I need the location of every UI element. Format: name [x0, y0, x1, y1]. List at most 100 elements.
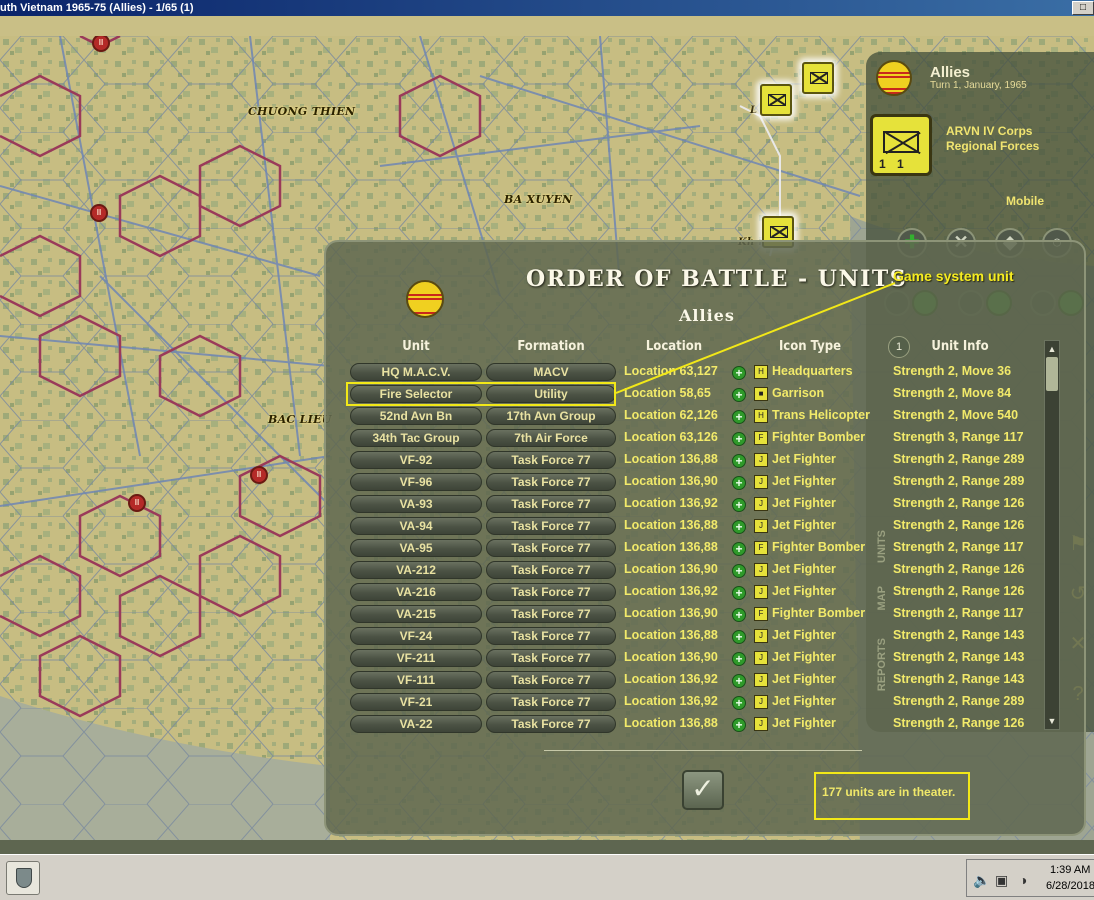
formation-button[interactable]: Task Force 77 — [486, 561, 616, 579]
expand-plus-icon[interactable]: + — [732, 520, 746, 534]
unit-location[interactable]: Location 63,127 — [624, 364, 718, 378]
unit-row[interactable]: VA-22 Task Force 77 Location 136,88 + J Jet F… — [348, 713, 1048, 735]
unit-name-button[interactable]: VA-215 — [350, 605, 482, 623]
unit-row[interactable]: VA-215 Task Force 77 Location 136,90 + F Figh… — [348, 603, 1048, 625]
column-header-unit-info[interactable]: Unit Info — [920, 339, 1000, 354]
unit-row[interactable]: VF-211 Task Force 77 Location 136,90 + J Jet … — [348, 647, 1048, 669]
unit-name-button[interactable]: VA-212 — [350, 561, 482, 579]
unit-name-button[interactable]: VA-94 — [350, 517, 482, 535]
formation-button[interactable]: Task Force 77 — [486, 451, 616, 469]
unit-location[interactable]: Location 58,65 — [624, 386, 711, 400]
unit-location[interactable]: Location 62,126 — [624, 408, 718, 422]
expand-plus-icon[interactable]: + — [732, 454, 746, 468]
formation-button[interactable]: Task Force 77 — [486, 539, 616, 557]
unit-row[interactable]: VF-92 Task Force 77 Location 136,88 + J Jet F… — [348, 449, 1048, 471]
unit-row[interactable]: 52nd Avn Bn 17th Avn Group Location 62,126… — [348, 405, 1048, 427]
tab-reports[interactable]: REPORTS — [876, 638, 900, 691]
expand-plus-icon[interactable]: + — [732, 696, 746, 710]
expand-plus-icon[interactable]: + — [732, 564, 746, 578]
formation-button[interactable]: Task Force 77 — [486, 693, 616, 711]
unit-name-button[interactable]: VA-95 — [350, 539, 482, 557]
expand-plus-icon[interactable]: + — [732, 718, 746, 732]
unit-name-button[interactable]: VA-216 — [350, 583, 482, 601]
unit-row[interactable]: VF-21 Task Force 77 Location 136,92 + J Jet F… — [348, 691, 1048, 713]
clock-time[interactable]: 1:39 AM — [1050, 864, 1090, 876]
unit-name-button[interactable]: VF-92 — [350, 451, 482, 469]
expand-plus-icon[interactable]: + — [732, 630, 746, 644]
column-header-unit[interactable]: Unit — [386, 339, 446, 354]
unit-row[interactable]: HQ M.A.C.V. MACV Location 63,127 + H Headquar… — [348, 361, 1048, 383]
unit-name-button[interactable]: VF-96 — [350, 473, 482, 491]
clock-date[interactable]: 6/28/2018 — [1046, 880, 1094, 892]
scroll-down-arrow-icon[interactable]: ▼ — [1046, 715, 1058, 727]
unit-location[interactable]: Location 63,126 — [624, 430, 718, 444]
unit-location[interactable]: Location 136,92 — [624, 672, 718, 686]
unit-location[interactable]: Location 136,88 — [624, 716, 718, 730]
formation-button[interactable]: Task Force 77 — [486, 473, 616, 491]
formation-button[interactable]: Task Force 77 — [486, 715, 616, 733]
formation-button[interactable]: Task Force 77 — [486, 495, 616, 513]
start-button[interactable] — [6, 861, 40, 895]
unit-row[interactable]: VF-111 Task Force 77 Location 136,92 + J Jet … — [348, 669, 1048, 691]
unit-row[interactable]: VF-24 Task Force 77 Location 136,88 + J Jet F… — [348, 625, 1048, 647]
column-header-formation[interactable]: Formation — [506, 339, 596, 354]
unit-location[interactable]: Location 136,90 — [624, 474, 718, 488]
sound-icon[interactable]: ◑ — [1019, 872, 1027, 888]
tab-map[interactable]: MAP — [876, 586, 900, 610]
formation-button[interactable]: Task Force 77 — [486, 583, 616, 601]
unit-name-button[interactable]: VF-111 — [350, 671, 482, 689]
network-icon[interactable]: ▣ — [995, 872, 1008, 889]
formation-button[interactable]: Task Force 77 — [486, 649, 616, 667]
scroll-up-arrow-icon[interactable]: ▲ — [1046, 343, 1058, 355]
unit-location[interactable]: Location 136,88 — [624, 452, 718, 466]
unit-row[interactable]: 34th Tac Group 7th Air Force Location 63,1… — [348, 427, 1048, 449]
unit-location[interactable]: Location 136,92 — [624, 496, 718, 510]
map-unit-counter[interactable] — [802, 62, 834, 94]
expand-plus-icon[interactable]: + — [732, 608, 746, 622]
unit-name-button[interactable]: VA-93 — [350, 495, 482, 513]
unit-name-button[interactable]: VF-21 — [350, 693, 482, 711]
tab-units[interactable]: UNITS — [876, 530, 900, 563]
unit-row[interactable]: VA-212 Task Force 77 Location 136,90 + J Jet … — [348, 559, 1048, 581]
formation-button[interactable]: MACV — [486, 363, 616, 381]
window-maximize-button[interactable]: □ — [1072, 1, 1094, 15]
unit-row[interactable]: VA-95 Task Force 77 Location 136,88 + F Fight… — [348, 537, 1048, 559]
expand-plus-icon[interactable]: + — [732, 366, 746, 380]
formation-button[interactable]: Task Force 77 — [486, 517, 616, 535]
unit-location[interactable]: Location 136,90 — [624, 606, 718, 620]
unit-list-scrollbar[interactable]: ▲ ▼ — [1044, 340, 1060, 730]
expand-plus-icon[interactable]: + — [732, 410, 746, 424]
unit-name-button[interactable]: VF-211 — [350, 649, 482, 667]
expand-plus-icon[interactable]: + — [732, 388, 746, 402]
unit-row[interactable]: VF-96 Task Force 77 Location 136,90 + J Jet F… — [348, 471, 1048, 493]
expand-plus-icon[interactable]: + — [732, 674, 746, 688]
formation-button[interactable]: 17th Avn Group — [486, 407, 616, 425]
expand-plus-icon[interactable]: + — [732, 652, 746, 666]
column-header-icon-type[interactable]: Icon Type — [770, 339, 850, 354]
column-header-location[interactable]: Location — [634, 339, 714, 354]
unit-location[interactable]: Location 136,90 — [624, 650, 718, 664]
unit-name-button[interactable]: VF-24 — [350, 627, 482, 645]
formation-button[interactable]: Task Force 77 — [486, 627, 616, 645]
volume-icon[interactable]: 🔈 — [973, 872, 990, 889]
unit-name-button[interactable]: HQ M.A.C.V. — [350, 363, 482, 381]
city-marker[interactable]: II — [250, 466, 268, 484]
city-marker[interactable]: II — [90, 204, 108, 222]
unit-row[interactable]: VA-216 Task Force 77 Location 136,92 + J Jet … — [348, 581, 1048, 603]
unit-row[interactable]: VA-94 Task Force 77 Location 136,88 + J Jet F… — [348, 515, 1048, 537]
unit-location[interactable]: Location 136,88 — [624, 628, 718, 642]
formation-button[interactable]: 7th Air Force — [486, 429, 616, 447]
expand-plus-icon[interactable]: + — [732, 432, 746, 446]
unit-location[interactable]: Location 136,90 — [624, 562, 718, 576]
unit-location[interactable]: Location 136,88 — [624, 540, 718, 554]
unit-location[interactable]: Location 136,88 — [624, 518, 718, 532]
formation-button[interactable]: Task Force 77 — [486, 605, 616, 623]
expand-plus-icon[interactable]: + — [732, 476, 746, 490]
scroll-thumb[interactable] — [1046, 357, 1058, 391]
unit-location[interactable]: Location 136,92 — [624, 694, 718, 708]
expand-plus-icon[interactable]: + — [732, 498, 746, 512]
city-marker[interactable]: II — [128, 494, 146, 512]
unit-name-button[interactable]: VA-22 — [350, 715, 482, 733]
selected-unit-counter[interactable]: 11 — [870, 114, 932, 176]
expand-plus-icon[interactable]: + — [732, 586, 746, 600]
